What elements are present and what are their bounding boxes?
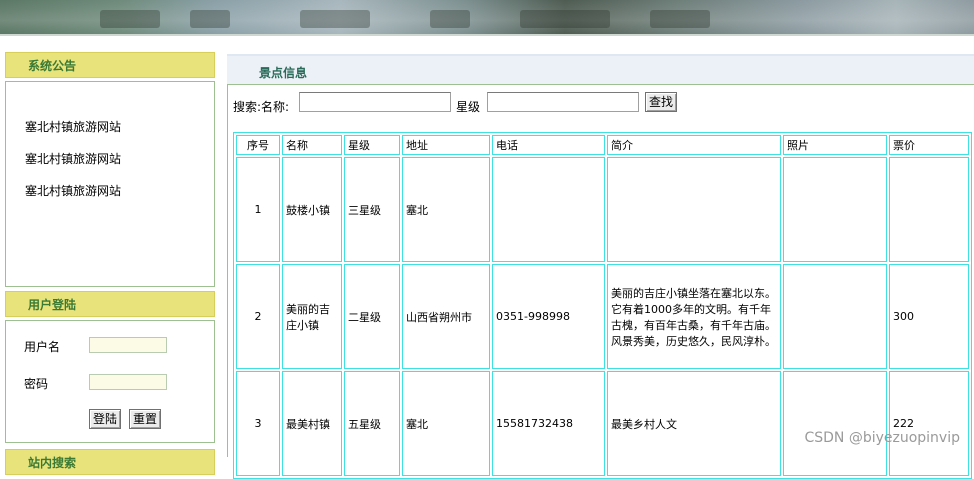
login-button[interactable]: 登陆 — [89, 409, 122, 429]
reset-button[interactable]: 重置 — [129, 409, 162, 429]
search-button[interactable]: 查找 — [645, 92, 678, 112]
watermark-text: CSDN @biyezuopinvip — [804, 430, 960, 446]
notice-panel: 塞北村镇旅游网站 塞北村镇旅游网站 塞北村镇旅游网站 — [5, 81, 215, 287]
header-intro: 简介 — [607, 135, 781, 155]
password-input[interactable] — [89, 374, 167, 390]
cell-photo — [783, 371, 887, 476]
username-input[interactable] — [89, 337, 167, 353]
header-photo: 照片 — [783, 135, 887, 155]
login-panel-header: 用户登陆 — [5, 291, 215, 317]
cell-intro: 美丽的吉庄小镇坐落在塞北以东。它有着1000多年的文明。有千年古槐，有百年古桑，… — [607, 264, 781, 369]
table-row[interactable]: 2 美丽的吉庄小镇 二星级 山西省朔州市 0351-998998 美丽的吉庄小镇… — [236, 264, 969, 369]
cell-intro — [607, 157, 781, 262]
header-address: 地址 — [402, 135, 490, 155]
cell-level: 三星级 — [344, 157, 400, 262]
cell-idx: 1 — [236, 157, 280, 262]
cell-photo — [783, 264, 887, 369]
cell-name[interactable]: 鼓楼小镇 — [282, 157, 342, 262]
header-phone: 电话 — [492, 135, 605, 155]
notice-item[interactable]: 塞北村镇旅游网站 — [25, 182, 121, 199]
cell-name[interactable]: 最美村镇 — [282, 371, 342, 476]
header-name: 名称 — [282, 135, 342, 155]
cell-phone: 15581732438 — [492, 371, 605, 476]
main-panel-title: 景点信息 — [259, 66, 308, 80]
cell-phone — [492, 157, 605, 262]
cell-level: 五星级 — [344, 371, 400, 476]
header-idx: 序号 — [236, 135, 280, 155]
username-label: 用户名 — [24, 340, 61, 354]
table-row[interactable]: 1 鼓楼小镇 三星级 塞北 — [236, 157, 969, 262]
password-label: 密码 — [24, 377, 49, 391]
main-panel-header: 景点信息 — [227, 54, 974, 84]
search-level-input[interactable] — [487, 92, 639, 112]
login-panel: 用户名 密码 登陆 重置 — [5, 320, 215, 443]
search-panel-header: 站内搜索 — [5, 449, 215, 475]
search-name-input[interactable] — [299, 92, 451, 112]
cell-price — [889, 157, 969, 262]
notice-panel-title: 系统公告 — [28, 59, 77, 73]
cell-intro: 最美乡村人文 — [607, 371, 781, 476]
cell-level: 二星级 — [344, 264, 400, 369]
notice-panel-header: 系统公告 — [5, 52, 215, 78]
cell-idx: 3 — [236, 371, 280, 476]
header-banner-image — [0, 0, 974, 34]
cell-address: 塞北 — [402, 157, 490, 262]
login-panel-title: 用户登陆 — [28, 298, 77, 312]
cell-name[interactable]: 美丽的吉庄小镇 — [282, 264, 342, 369]
notice-item[interactable]: 塞北村镇旅游网站 — [25, 150, 121, 167]
cell-price: 300 — [889, 264, 969, 369]
cell-photo — [783, 157, 887, 262]
cell-idx: 2 — [236, 264, 280, 369]
header-level: 星级 — [344, 135, 400, 155]
table-header-row: 序号 名称 星级 地址 电话 简介 照片 票价 — [236, 135, 969, 155]
notice-item[interactable]: 塞北村镇旅游网站 — [25, 118, 121, 135]
cell-address: 山西省朔州市 — [402, 264, 490, 369]
search-level-label: 星级 — [456, 100, 481, 114]
search-name-label: 搜索:名称: — [233, 100, 290, 114]
cell-address: 塞北 — [402, 371, 490, 476]
attractions-table: 序号 名称 星级 地址 电话 简介 照片 票价 1 鼓楼小镇 三星级 塞北 2 … — [233, 132, 972, 479]
cell-price: 222 — [889, 371, 969, 476]
cell-phone: 0351-998998 — [492, 264, 605, 369]
banner-divider — [0, 34, 974, 36]
table-row[interactable]: 3 最美村镇 五星级 塞北 15581732438 最美乡村人文 222 — [236, 371, 969, 476]
header-price: 票价 — [889, 135, 969, 155]
